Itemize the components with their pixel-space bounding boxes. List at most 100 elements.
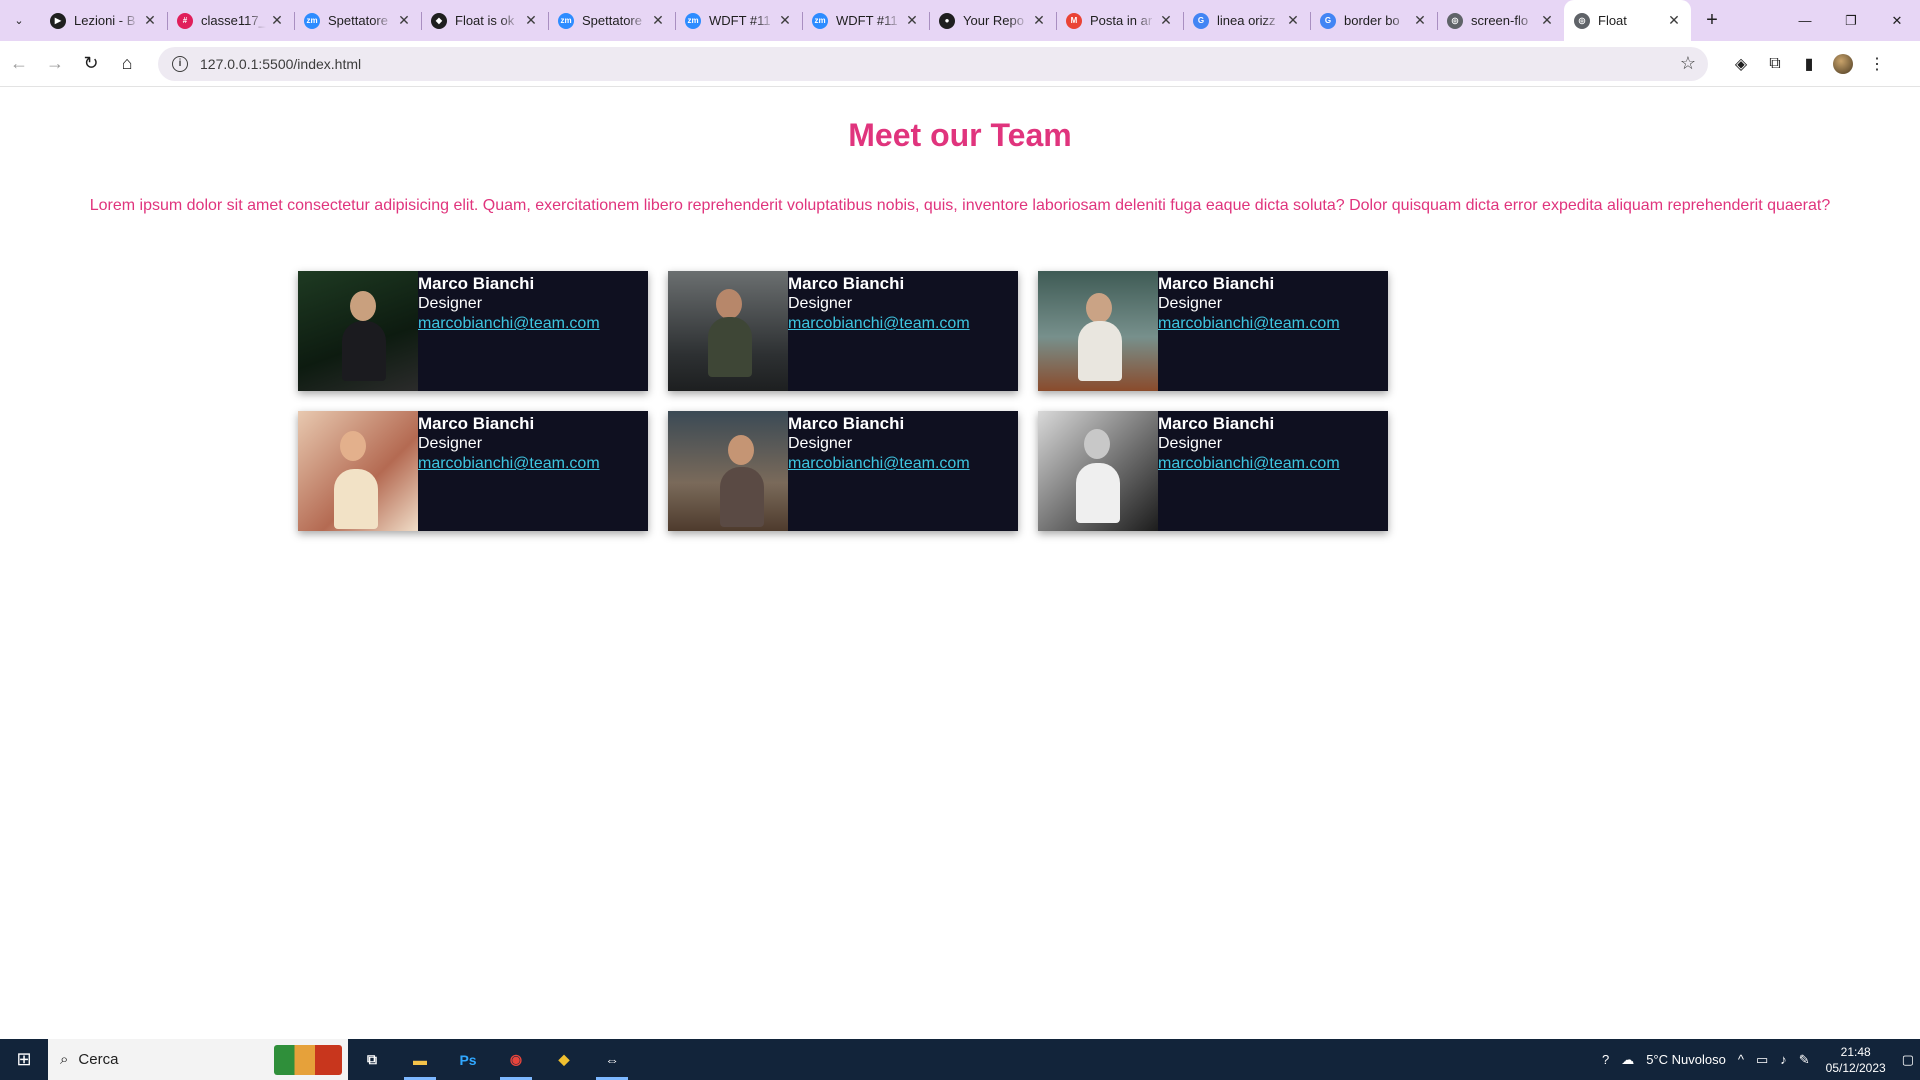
tab-12[interactable]: ◎ screen-flo ✕ bbox=[1437, 0, 1564, 41]
member-photo bbox=[668, 411, 788, 531]
tab-9[interactable]: M Posta in ar ✕ bbox=[1056, 0, 1183, 41]
tab-search-chevron-icon[interactable]: ⌄ bbox=[6, 8, 32, 34]
url-text[interactable]: 127.0.0.1:5500/index.html bbox=[200, 56, 361, 72]
close-tab-icon[interactable]: ✕ bbox=[393, 12, 415, 29]
member-name: Marco Bianchi bbox=[1158, 274, 1275, 293]
member-email-link[interactable]: marcobianchi@team.com bbox=[418, 454, 600, 474]
site-info-icon[interactable]: i bbox=[172, 55, 188, 72]
weather-text[interactable]: 5°C Nuvoloso bbox=[1640, 1052, 1732, 1067]
photoshop-icon[interactable]: Ps bbox=[444, 1039, 492, 1080]
tab-8[interactable]: ● Your Repo ✕ bbox=[929, 0, 1056, 41]
photo-subject bbox=[340, 431, 366, 461]
member-photo bbox=[1038, 271, 1158, 391]
taskbar-search[interactable]: ⌕ Cerca bbox=[48, 1039, 348, 1080]
tab-2[interactable]: # classe117_ ✕ bbox=[167, 0, 294, 41]
minimize-icon[interactable]: — bbox=[1782, 0, 1828, 41]
member-email-link[interactable]: marcobianchi@team.com bbox=[1158, 454, 1340, 474]
reload-icon[interactable]: ↻ bbox=[74, 47, 108, 81]
tab-1[interactable]: ▶ Lezioni - B ✕ bbox=[40, 0, 167, 41]
volume-icon[interactable]: ♪ bbox=[1774, 1052, 1793, 1067]
tab-5[interactable]: zm Spettatore ✕ bbox=[548, 0, 675, 41]
teamviewer-icon[interactable]: ⇔ bbox=[588, 1039, 636, 1080]
extensions-puzzle-icon[interactable]: ⧉ bbox=[1758, 47, 1792, 81]
tab-7[interactable]: zm WDFT #11 ✕ bbox=[802, 0, 929, 41]
clock[interactable]: 21:48 05/12/2023 bbox=[1816, 1044, 1896, 1076]
github-icon: ● bbox=[939, 12, 955, 29]
team-card: Marco Bianchi Designer marcobianchi@team… bbox=[1038, 411, 1388, 531]
member-email-link[interactable]: marcobianchi@team.com bbox=[788, 314, 970, 334]
team-card: Marco Bianchi Designer marcobianchi@team… bbox=[298, 271, 648, 391]
close-tab-icon[interactable]: ✕ bbox=[1155, 12, 1177, 29]
tab-6[interactable]: zm WDFT #11 ✕ bbox=[675, 0, 802, 41]
member-email-link[interactable]: marcobianchi@team.com bbox=[418, 314, 600, 334]
member-photo bbox=[1038, 411, 1158, 531]
close-tab-icon[interactable]: ✕ bbox=[1663, 12, 1685, 29]
search-placeholder: Cerca bbox=[78, 1051, 119, 1068]
window-controls: — ❐ ✕ bbox=[1782, 0, 1920, 41]
address-bar[interactable]: i 127.0.0.1:5500/index.html ☆ bbox=[158, 46, 1708, 81]
chrome-icon[interactable]: ◉ bbox=[492, 1039, 540, 1080]
help-icon[interactable]: ? bbox=[1596, 1052, 1615, 1067]
team-card: Marco Bianchi Designer marcobianchi@team… bbox=[1038, 271, 1388, 391]
close-tab-icon[interactable]: ✕ bbox=[1409, 12, 1431, 29]
tab-4[interactable]: ◆ Float is ok ✕ bbox=[421, 0, 548, 41]
file-explorer-icon[interactable]: ▬ bbox=[396, 1039, 444, 1080]
close-tab-icon[interactable]: ✕ bbox=[774, 12, 796, 29]
close-tab-icon[interactable]: ✕ bbox=[520, 12, 542, 29]
zoom-icon: zm bbox=[685, 12, 701, 29]
notifications-icon[interactable]: ▢ bbox=[1896, 1052, 1920, 1068]
tab-title: Spettatore bbox=[328, 13, 388, 28]
tab-10[interactable]: G linea orizz ✕ bbox=[1183, 0, 1310, 41]
tab-title: Float bbox=[1598, 13, 1627, 28]
back-icon[interactable]: ← bbox=[2, 47, 36, 81]
member-photo bbox=[298, 411, 418, 531]
close-window-icon[interactable]: ✕ bbox=[1874, 0, 1920, 41]
clock-date: 05/12/2023 bbox=[1825, 1060, 1886, 1075]
restore-icon[interactable]: ❐ bbox=[1828, 0, 1874, 41]
forward-icon[interactable]: → bbox=[38, 47, 72, 81]
pen-icon[interactable]: ✎ bbox=[1793, 1052, 1816, 1068]
close-tab-icon[interactable]: ✕ bbox=[1282, 12, 1304, 29]
slack-icon: # bbox=[177, 12, 193, 29]
weather-icon[interactable]: ☁ bbox=[1615, 1052, 1640, 1068]
member-role: Designer bbox=[418, 435, 483, 452]
new-tab-button[interactable]: + bbox=[1697, 9, 1727, 32]
close-tab-icon[interactable]: ✕ bbox=[1536, 12, 1558, 29]
bookmark-star-icon[interactable]: ☆ bbox=[1680, 53, 1696, 74]
team-grid: Marco Bianchi Designer marcobianchi@team… bbox=[298, 271, 1408, 531]
member-info: Marco Bianchi Designer marcobianchi@team… bbox=[418, 271, 600, 391]
tray-chevron-icon[interactable]: ^ bbox=[1732, 1052, 1750, 1067]
close-tab-icon[interactable]: ✕ bbox=[266, 12, 288, 29]
git-icon[interactable]: ◆ bbox=[540, 1039, 588, 1080]
windows-start-icon[interactable]: ⊞ bbox=[0, 1039, 48, 1080]
globe-icon: ◎ bbox=[1574, 12, 1590, 29]
member-info: Marco Bianchi Designer marcobianchi@team… bbox=[788, 411, 970, 531]
network-icon[interactable]: ▭ bbox=[1750, 1052, 1774, 1068]
task-view-icon[interactable]: ⧉ bbox=[348, 1039, 396, 1080]
close-tab-icon[interactable]: ✕ bbox=[1028, 12, 1050, 29]
member-info: Marco Bianchi Designer marcobianchi@team… bbox=[418, 411, 600, 531]
profile-avatar[interactable] bbox=[1833, 53, 1853, 74]
close-tab-icon[interactable]: ✕ bbox=[647, 12, 669, 29]
menu-kebab-icon[interactable]: ⋮ bbox=[1860, 47, 1894, 81]
member-email-link[interactable]: marcobianchi@team.com bbox=[1158, 314, 1340, 334]
member-role: Designer bbox=[418, 295, 483, 312]
tab-11[interactable]: G border bo ✕ bbox=[1310, 0, 1437, 41]
close-tab-icon[interactable]: ✕ bbox=[901, 12, 923, 29]
system-tray: ? ☁ 5°C Nuvoloso ^ ▭ ♪ ✎ 21:48 05/12/202… bbox=[1596, 1039, 1920, 1080]
photo-subject-body bbox=[1076, 463, 1120, 523]
member-email-link[interactable]: marcobianchi@team.com bbox=[788, 454, 970, 474]
photo-subject bbox=[350, 291, 376, 321]
tab-13-active[interactable]: ◎ Float ✕ bbox=[1564, 0, 1691, 41]
zoom-icon: zm bbox=[558, 12, 574, 29]
tab-strip: ⌄ ▶ Lezioni - B ✕ # classe117_ ✕ zm Spet… bbox=[0, 0, 1920, 41]
photo-subject-body bbox=[1078, 321, 1122, 381]
google-icon: G bbox=[1320, 12, 1336, 29]
codepen-icon: ◆ bbox=[431, 12, 447, 29]
lezioni-icon: ▶ bbox=[50, 12, 66, 29]
side-panel-icon[interactable]: ▮ bbox=[1792, 47, 1826, 81]
extension-badge-icon[interactable]: ◈ bbox=[1724, 47, 1758, 81]
tab-3[interactable]: zm Spettatore ✕ bbox=[294, 0, 421, 41]
home-icon[interactable]: ⌂ bbox=[110, 47, 144, 81]
close-tab-icon[interactable]: ✕ bbox=[139, 12, 161, 29]
